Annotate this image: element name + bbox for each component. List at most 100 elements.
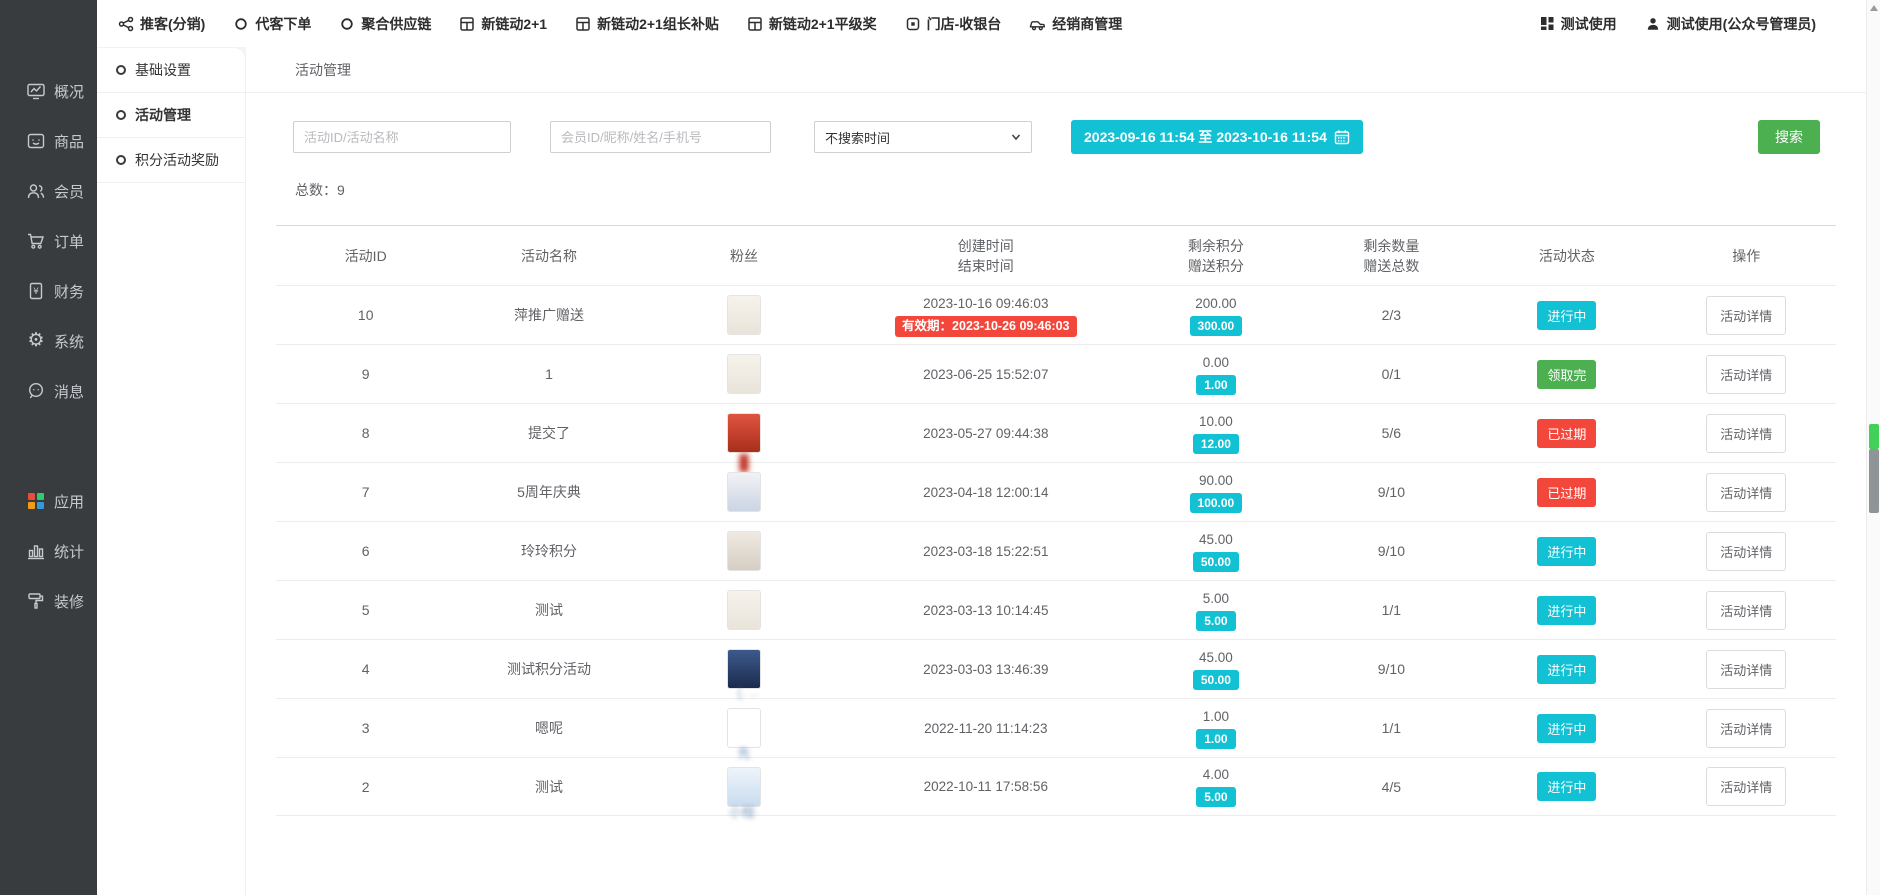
time-type-select[interactable]: 不搜索时间 — [814, 121, 1032, 153]
sidebar-item-message[interactable]: 消息 — [0, 366, 97, 416]
nav-supply[interactable]: 聚合供应链 — [339, 14, 431, 34]
col-points: 剩余积分赠送积分 — [1126, 236, 1305, 276]
activity-name: 提交了 — [455, 423, 642, 443]
nav-store-cashier[interactable]: 门店-收银台 — [905, 14, 1002, 34]
nav-liandong[interactable]: 新链动2+1 — [459, 14, 547, 34]
status-cell: 进行中 — [1477, 301, 1656, 330]
user-label: 测试使用(公众号管理员) — [1667, 14, 1816, 34]
points-badge: 12.00 — [1193, 434, 1239, 454]
sidebar-item-order[interactable]: 订单 — [0, 216, 97, 266]
points-left: 200.00 — [1126, 295, 1305, 313]
vertical-scrollbar[interactable] — [1866, 0, 1880, 895]
submenu-item-basic-settings[interactable]: 基础设置 — [97, 48, 245, 93]
activity-name: 嗯呢 — [455, 718, 642, 738]
quantity-cell: 1/1 — [1306, 602, 1478, 618]
points-badge: 50.00 — [1193, 552, 1239, 572]
svg-text:¥: ¥ — [33, 287, 39, 297]
quantity-cell: 9/10 — [1306, 484, 1478, 500]
message-icon — [26, 381, 46, 401]
activity-id: 4 — [276, 661, 455, 677]
topbar: 推客(分销) 代客下单 聚合供应链 新链动2+1 新链动2+1组长补贴 新链动2… — [97, 0, 1880, 47]
current-user[interactable]: 测试使用(公众号管理员) — [1645, 14, 1816, 34]
activity-id: 3 — [276, 720, 455, 736]
nav-label: 代客下单 — [255, 14, 311, 34]
circle-icon — [233, 16, 249, 32]
main-sidebar: 概况 商品 会员 订单 ¥ 财务 ⚙ 系统 消息 应用 统计 装修 — [0, 0, 97, 895]
fan-avatar — [727, 354, 761, 394]
topbar-right: 测试使用 测试使用(公众号管理员) — [1540, 14, 1816, 34]
fan-cell — [643, 286, 846, 344]
fan-avatar — [727, 708, 761, 748]
points-left: 90.00 — [1126, 472, 1305, 490]
col-activity-id: 活动ID — [276, 246, 455, 266]
sidebar-item-goods[interactable]: 商品 — [0, 116, 97, 166]
status-cell: 已过期 — [1477, 478, 1656, 507]
created-time: 2023-10-16 09:46:03 — [845, 294, 1126, 313]
scrollbar-thumb-green[interactable] — [1869, 424, 1879, 449]
activity-id: 9 — [276, 366, 455, 382]
nav-tuike[interactable]: 推客(分销) — [118, 14, 205, 34]
quantity-cell: 9/10 — [1306, 543, 1478, 559]
created-time: 2022-11-20 11:14:23 — [845, 719, 1126, 738]
scroll-up-arrow-icon[interactable] — [1870, 5, 1878, 11]
nav-label: 推客(分销) — [140, 14, 205, 34]
status-badge: 进行中 — [1537, 537, 1596, 566]
points-badge: 1.00 — [1196, 729, 1235, 749]
nav-daike[interactable]: 代客下单 — [233, 14, 311, 34]
sidebar-item-system[interactable]: ⚙ 系统 — [0, 316, 97, 366]
quantity-cell: 4/5 — [1306, 779, 1478, 795]
points-badge: 5.00 — [1196, 611, 1235, 631]
time-cell: 2022-11-20 11:14:23 — [845, 719, 1126, 738]
activity-detail-button[interactable]: 活动详情 — [1706, 296, 1786, 335]
table-header: 活动ID 活动名称 粉丝 创建时间结束时间 剩余积分赠送积分 剩余数量赠送总数 … — [276, 225, 1836, 285]
created-time: 2022-10-11 17:58:56 — [845, 777, 1126, 796]
col-quantity: 剩余数量赠送总数 — [1306, 236, 1478, 276]
date-range-button[interactable]: 2023-09-16 11:54 至 2023-10-16 11:54 — [1071, 120, 1363, 154]
activity-detail-button[interactable]: 活动详情 — [1706, 650, 1786, 689]
quantity-cell: 1/1 — [1306, 720, 1478, 736]
apps-color-icon — [26, 491, 46, 511]
activity-id: 5 — [276, 602, 455, 618]
activity-detail-button[interactable]: 活动详情 — [1706, 709, 1786, 748]
nav-label: 门店-收银台 — [927, 14, 1002, 34]
submenu-item-points-reward[interactable]: 积分活动奖励 — [97, 138, 245, 183]
nav-liandong-pingji[interactable]: 新链动2+1平级奖 — [747, 14, 877, 34]
submenu-item-activity-management[interactable]: 活动管理 — [97, 93, 245, 138]
sidebar-item-overview[interactable]: 概况 — [0, 66, 97, 116]
activity-detail-button[interactable]: 活动详情 — [1706, 355, 1786, 394]
submenu-panel: 基础设置 活动管理 积分活动奖励 — [97, 47, 246, 895]
created-time: 2023-05-27 09:44:38 — [845, 424, 1126, 443]
activity-detail-button[interactable]: 活动详情 — [1706, 473, 1786, 512]
points-badge: 1.00 — [1196, 375, 1235, 395]
sidebar-item-finance[interactable]: ¥ 财务 — [0, 266, 97, 316]
nav-liandong-butie[interactable]: 新链动2+1组长补贴 — [575, 14, 719, 34]
activity-detail-button[interactable]: 活动详情 — [1706, 414, 1786, 453]
sidebar-item-label: 商品 — [54, 131, 84, 152]
activity-detail-button[interactable]: 活动详情 — [1706, 591, 1786, 630]
member-search-input[interactable] — [550, 121, 771, 153]
sidebar-item-label: 装修 — [54, 591, 84, 612]
sidebar-item-label: 统计 — [54, 541, 84, 562]
overview-icon — [26, 81, 46, 101]
activity-detail-button[interactable]: 活动详情 — [1706, 532, 1786, 571]
sidebar-item-apps[interactable]: 应用 — [0, 476, 97, 526]
account-switcher[interactable]: 测试使用 — [1540, 14, 1617, 34]
time-cell: 2023-03-18 15:22:51 — [845, 542, 1126, 561]
nav-dealer[interactable]: 经销商管理 — [1029, 14, 1122, 34]
activity-search-input[interactable] — [293, 121, 511, 153]
nav-label: 新链动2+1平级奖 — [769, 14, 877, 34]
scrollbar-thumb[interactable] — [1869, 449, 1879, 513]
sidebar-item-member[interactable]: 会员 — [0, 166, 97, 216]
activity-detail-button[interactable]: 活动详情 — [1706, 767, 1786, 806]
fan-cell: （· ·· — [643, 640, 846, 698]
share-icon — [118, 16, 134, 32]
status-badge: 进行中 — [1537, 655, 1596, 684]
sidebar-item-stats[interactable]: 统计 — [0, 526, 97, 576]
fan-avatar — [727, 767, 761, 807]
search-button[interactable]: 搜索 — [1758, 120, 1820, 154]
sidebar-item-deco[interactable]: 装修 — [0, 576, 97, 626]
sidebar-item-label: 概况 — [54, 81, 84, 102]
activity-name: 萍推广赠送 — [455, 305, 642, 325]
activity-id: 8 — [276, 425, 455, 441]
points-left: 1.00 — [1126, 708, 1305, 726]
